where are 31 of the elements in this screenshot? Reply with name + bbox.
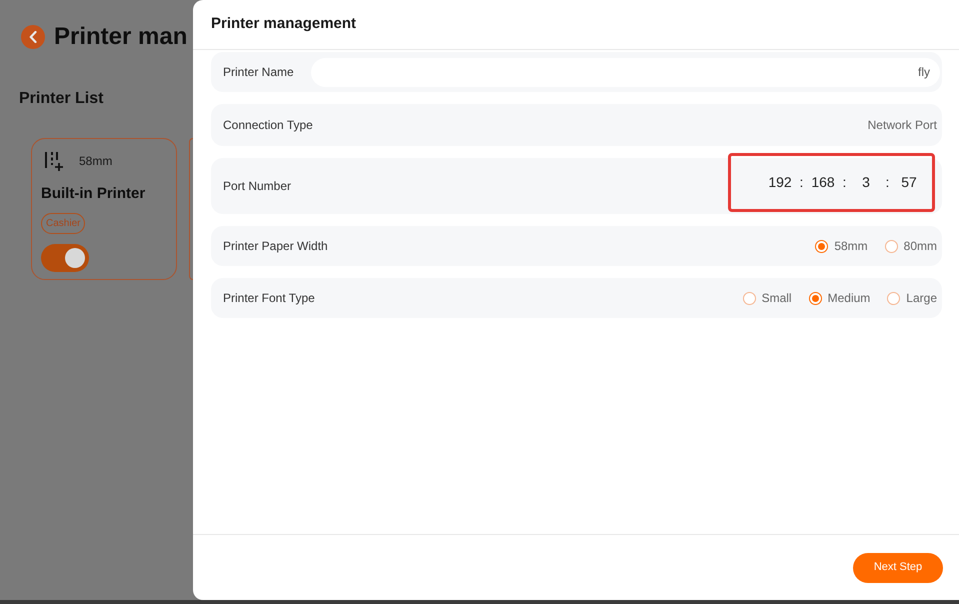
- printer-card[interactable]: 58mm Built-in Printer Cashier: [31, 138, 177, 280]
- section-title: Printer List: [19, 89, 104, 109]
- printer-name-input[interactable]: fly: [310, 58, 940, 86]
- radio-option[interactable]: Large: [887, 289, 937, 307]
- field-label: Connection Type: [223, 117, 313, 134]
- ip-octet[interactable]: 3: [850, 172, 882, 193]
- printer-name: Built-in Printer: [41, 185, 146, 203]
- ip-octet[interactable]: 57: [893, 172, 925, 193]
- paper-width-label: 58mm: [79, 153, 112, 170]
- page-title: Printer man: [54, 25, 188, 49]
- field-value: Network Port: [868, 117, 937, 134]
- radio-option[interactable]: Medium: [808, 289, 870, 307]
- radio-option[interactable]: 58mm: [815, 237, 868, 255]
- field-label: Port Number: [223, 178, 292, 195]
- chevron-left-icon: [29, 31, 37, 43]
- dialog-title: Printer management: [211, 14, 356, 34]
- radio-option[interactable]: 80mm: [884, 237, 937, 255]
- toggle-switch[interactable]: [41, 244, 89, 272]
- next-step-button[interactable]: Next Step: [853, 552, 943, 582]
- ip-octet[interactable]: 168: [807, 172, 839, 193]
- field-label: Printer Font Type: [223, 290, 315, 307]
- ip-separator: :: [842, 173, 848, 192]
- ip-octet[interactable]: 192: [764, 172, 796, 193]
- role-tag: Cashier: [41, 213, 86, 234]
- field-label: Printer Name: [223, 64, 294, 81]
- back-button[interactable]: [21, 25, 45, 49]
- field-label: Printer Paper Width: [223, 238, 328, 255]
- ip-separator: :: [884, 173, 890, 192]
- ip-separator: :: [798, 173, 804, 192]
- radio-option[interactable]: Small: [742, 289, 792, 307]
- dashed-bars-plus-icon: [44, 151, 64, 171]
